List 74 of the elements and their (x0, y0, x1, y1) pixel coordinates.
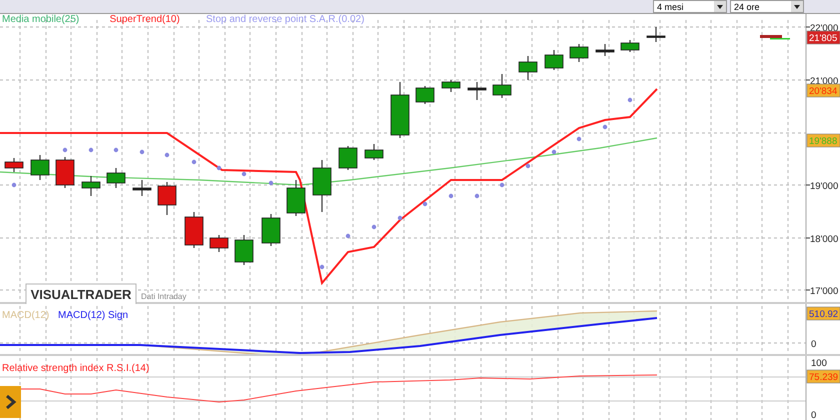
candlestick (646, 26, 666, 42)
candlestick (468, 82, 486, 100)
legend-label: MACD(12) Sign (58, 310, 128, 321)
data-source-caption: Dati Intraday (141, 292, 186, 301)
price-value: 20'834 (809, 86, 838, 97)
sar-dot (576, 136, 582, 142)
candlestick (390, 82, 410, 138)
interval-dropdown[interactable]: 24 ore (730, 0, 804, 13)
price-value: 21'805 (809, 33, 838, 44)
axis-label: 22'000 (810, 23, 838, 34)
sar-dot (242, 172, 246, 176)
candlestick (620, 40, 640, 52)
candlestick (544, 50, 564, 70)
logo: VISUALTRADER (26, 284, 136, 304)
sar-dot (140, 150, 144, 154)
price-value: 510.92 (809, 309, 838, 320)
candlestick (312, 160, 332, 212)
price-value: 19'888 (809, 136, 838, 147)
sar-dot (88, 148, 94, 152)
legend-label: SuperTrend(10) (110, 14, 180, 25)
candlestick (364, 144, 384, 160)
sar-dot (602, 124, 608, 130)
candlestick (184, 212, 204, 248)
sar-dot (12, 182, 16, 188)
candlestick (570, 44, 588, 62)
candlestick (492, 74, 512, 98)
candlestick (82, 176, 100, 196)
candlestick (56, 156, 74, 188)
axis-label: 0 (811, 339, 816, 350)
candlestick (30, 154, 50, 180)
sar-dot (192, 160, 196, 164)
candlestick (262, 214, 280, 246)
legend-label: Relative strength index R.S.I.(14) (2, 363, 150, 374)
legend-label: MACD(12) (2, 310, 50, 321)
candlestick (416, 86, 434, 104)
price-value: 75.239 (809, 372, 838, 383)
expand-arrow-button[interactable] (0, 386, 21, 418)
sar-dot (628, 98, 632, 102)
sar-dot (422, 202, 428, 206)
candlestick (596, 44, 614, 56)
candlestick (158, 182, 176, 216)
candlestick (4, 158, 24, 172)
candlestick (442, 80, 460, 92)
sar-dot (448, 194, 454, 198)
candlestick (210, 234, 228, 252)
axis-label: 19'000 (810, 181, 838, 192)
sar-dot (114, 148, 118, 152)
sar-dot (526, 164, 530, 168)
sar-dot (500, 182, 504, 188)
candlestick (234, 234, 254, 266)
legend-label: Stop and reverse point S.A.R.(0.02) (206, 14, 364, 25)
candlestick (338, 146, 358, 170)
legend-label: Media mobile(25) (2, 14, 80, 25)
axis-label: 17'000 (810, 286, 838, 297)
candlestick (518, 56, 538, 80)
sar-dot (346, 234, 350, 238)
sar-dot (164, 152, 170, 158)
candlestick (106, 168, 126, 188)
sar-dot (268, 180, 274, 186)
axis-label: 0 (811, 410, 816, 420)
axis-label: 21'000 (810, 76, 838, 87)
sar-dot (552, 150, 556, 154)
sar-dot (62, 148, 68, 152)
sar-dot (474, 194, 480, 198)
sar-dot (372, 224, 376, 230)
axis-label: 100 (811, 358, 827, 369)
price-marker-icon (760, 35, 790, 40)
candlestick (132, 180, 152, 196)
candlestick (286, 180, 306, 216)
sar-dot (320, 264, 324, 270)
sar-dot (398, 216, 402, 220)
axis-label: 18'000 (810, 234, 838, 245)
period-dropdown[interactable]: 4 mesi (653, 0, 727, 13)
sar-dot (216, 166, 222, 170)
